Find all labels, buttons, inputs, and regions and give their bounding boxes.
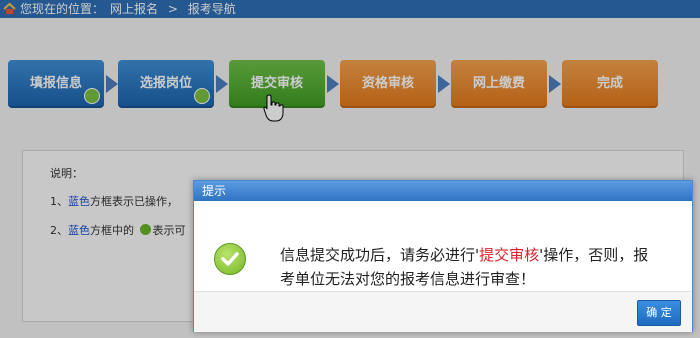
- message-text: 信息提交成功后，请务必进行': [280, 246, 480, 264]
- dialog-title: 提示: [202, 184, 227, 198]
- dialog-message: 信息提交成功后，请务必进行'提交审核'操作，否则，报考单位无法对您的报考信息进行…: [280, 243, 660, 291]
- prompt-dialog: 提示 信息提交成功后，请务必进行'提交审核'操作，否则，报考单位无法对您的报考信…: [193, 180, 693, 332]
- ok-button[interactable]: 确 定: [637, 300, 681, 326]
- dialog-title-bar: 提示: [194, 181, 692, 201]
- message-highlight: 提交审核: [479, 246, 540, 264]
- dialog-footer: 确 定: [194, 291, 692, 332]
- success-check-icon: [214, 243, 246, 275]
- dialog-body: 信息提交成功后，请务必进行'提交审核'操作，否则，报考单位无法对您的报考信息进行…: [194, 201, 692, 291]
